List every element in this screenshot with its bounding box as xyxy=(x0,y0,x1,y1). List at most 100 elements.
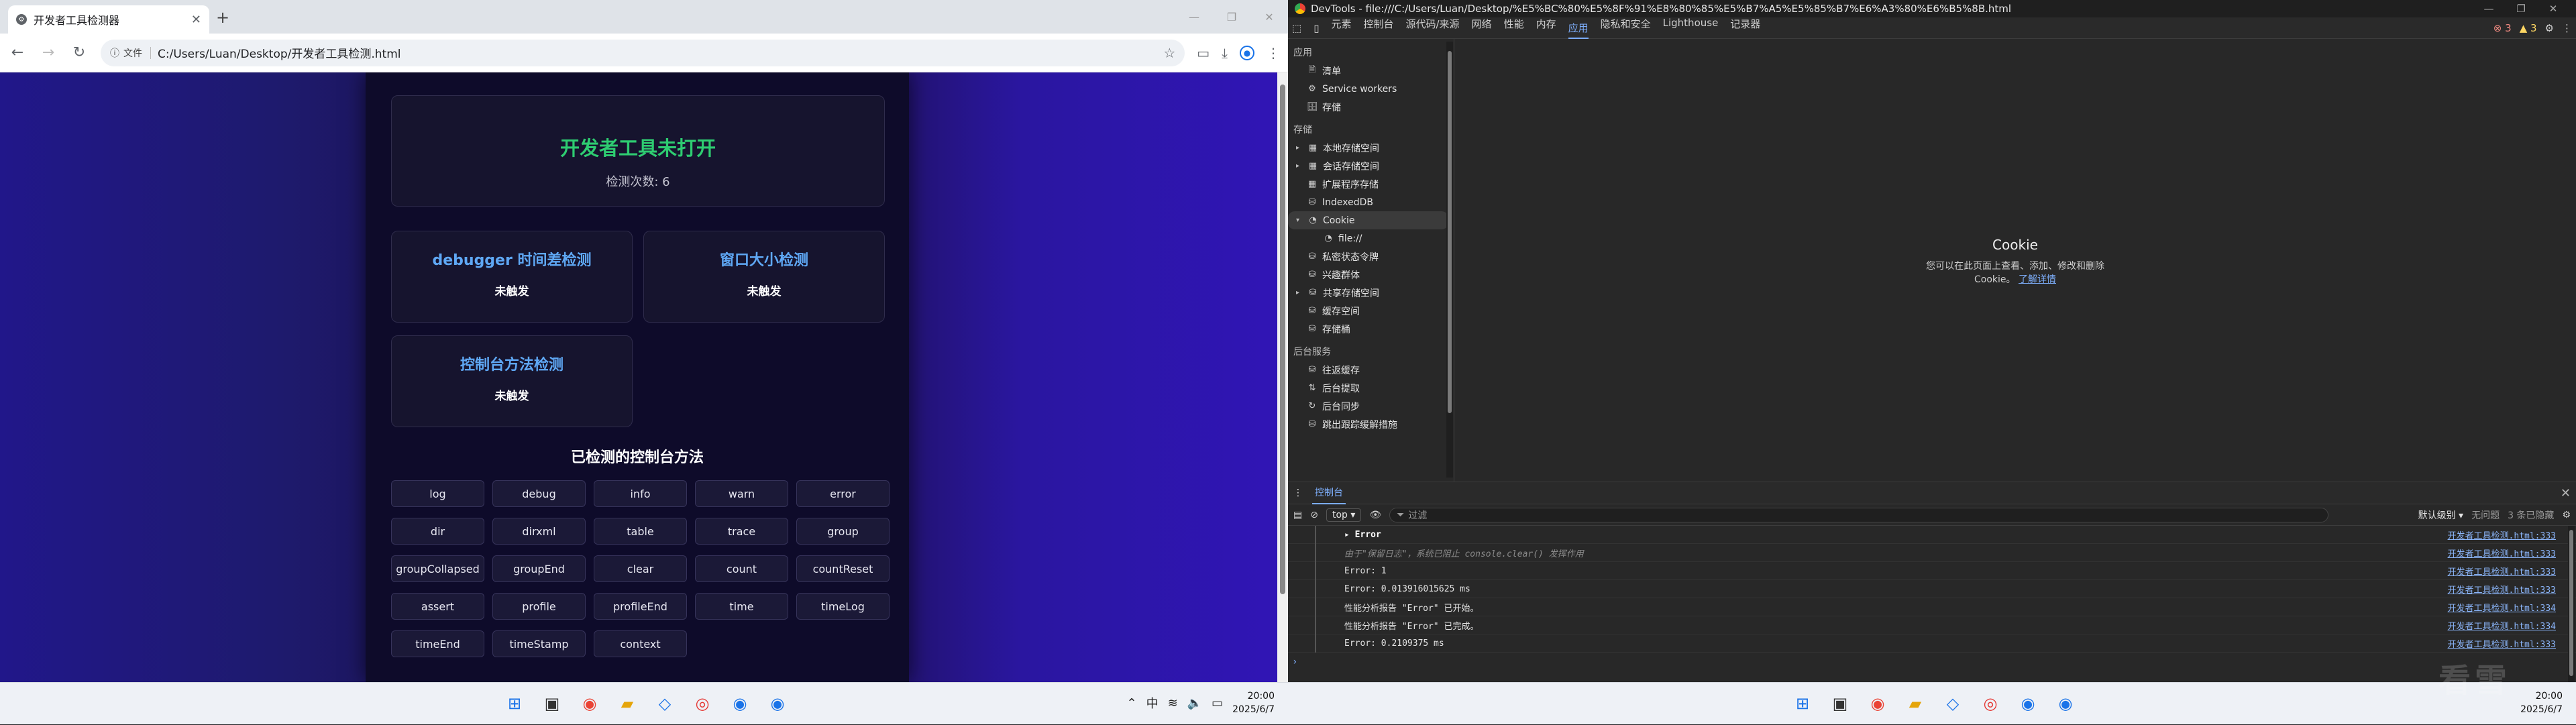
console-row[interactable]: ▸ Error 开发者工具检测.html:333 xyxy=(1288,526,2576,544)
file-explorer-icon[interactable]: ▰ xyxy=(1901,689,1929,718)
method-button[interactable]: group xyxy=(796,518,890,545)
method-button[interactable]: info xyxy=(594,480,687,507)
volume-icon[interactable]: 🔈 xyxy=(1187,696,1202,710)
devtools-tab[interactable]: 控制台 xyxy=(1363,17,1393,39)
address-bar[interactable]: ⓘ 文件 C:/Users/Luan/Desktop/开发者工具检测.html … xyxy=(101,39,1185,66)
sidebar-item[interactable]: ⚙ Service workers xyxy=(1288,80,1454,98)
chrome-dev-icon[interactable]: ◉ xyxy=(2051,689,2080,718)
devtools-tab[interactable]: 内存 xyxy=(1536,17,1556,39)
minimize-button[interactable]: — xyxy=(2473,3,2505,15)
drawer-menu-icon[interactable]: ⋮ xyxy=(1293,488,1303,498)
scrollbar-thumb[interactable] xyxy=(1448,51,1452,413)
site-info-chip[interactable]: ⓘ 文件 xyxy=(110,46,151,60)
source-link[interactable]: 开发者工具检测.html:333 xyxy=(2428,565,2556,577)
scrollbar-thumb[interactable] xyxy=(2569,530,2573,676)
inspect-element-icon[interactable]: ⬚ xyxy=(1292,22,1301,34)
device-toolbar-icon[interactable]: ▯ xyxy=(1313,22,1319,34)
page-scrollbar[interactable] xyxy=(1277,72,1288,682)
chrome-beta-icon[interactable]: ◉ xyxy=(2014,689,2042,718)
new-tab-button[interactable]: + xyxy=(216,8,229,27)
method-button[interactable]: dirxml xyxy=(492,518,586,545)
method-button[interactable]: timeStamp xyxy=(492,630,586,657)
source-link[interactable]: 开发者工具检测.html:334 xyxy=(2428,619,2556,632)
console-row[interactable]: 性能分析报告 "Error" 已开始。 开发者工具检测.html:334 xyxy=(1288,598,2576,616)
console-row[interactable]: Error: 1 开发者工具检测.html:333 xyxy=(1288,562,2576,580)
windows-start-icon[interactable]: ⊞ xyxy=(500,689,529,718)
devtools-tab[interactable]: 隐私和安全 xyxy=(1601,17,1651,39)
drawer-tab-console[interactable]: 控制台 xyxy=(1312,482,1346,504)
battery-icon[interactable]: ▭ xyxy=(1212,696,1223,710)
chrome-beta-icon[interactable]: ◉ xyxy=(726,689,754,718)
method-button[interactable]: log xyxy=(391,480,484,507)
tray-overflow-icon[interactable]: ⌃ xyxy=(1126,696,1136,710)
source-link[interactable]: 开发者工具检测.html:333 xyxy=(2428,528,2556,541)
devtools-tab[interactable]: Lighthouse xyxy=(1663,17,1719,39)
menu-dots-icon[interactable]: ⋮ xyxy=(1267,45,1280,61)
learn-more-link[interactable]: 了解详情 xyxy=(2019,274,2056,285)
chrome-icon[interactable]: ◉ xyxy=(576,689,604,718)
forward-arrow-icon[interactable]: → xyxy=(39,44,58,61)
close-window-button[interactable]: ✕ xyxy=(1250,0,1288,34)
method-button[interactable]: assert xyxy=(391,593,484,620)
sidebar-item[interactable]: ▦ 扩展程序存储 xyxy=(1288,175,1454,193)
clock[interactable]: 20:00 2025/6/7 xyxy=(2520,689,2563,716)
context-selector[interactable]: top ▾ xyxy=(1326,508,1362,522)
expand-arrow-icon[interactable]: ▸ xyxy=(1296,289,1303,296)
sidebar-scrollbar[interactable] xyxy=(1446,42,1453,478)
warning-count-badge[interactable]: ▲ 3 xyxy=(2520,22,2537,34)
clock[interactable]: 20:00 2025/6/7 xyxy=(1232,689,1275,716)
more-options-icon[interactable]: ⋮ xyxy=(2562,22,2572,34)
method-button[interactable]: groupCollapsed xyxy=(391,555,484,582)
bookmark-star-icon[interactable]: ☆ xyxy=(1163,45,1175,61)
filter-input[interactable]: ⏷ 过滤 xyxy=(1389,507,2329,522)
back-arrow-icon[interactable]: ← xyxy=(8,44,27,61)
method-button[interactable]: timeLog xyxy=(796,593,890,620)
sidebar-item[interactable]: ▸ ▦ 本地存储空间 xyxy=(1288,139,1454,157)
method-button[interactable]: debug xyxy=(492,480,586,507)
sidebar-item[interactable]: ⛁ IndexedDB xyxy=(1288,193,1454,211)
console-row[interactable]: 由于"保留日志"，系统已阻止 console.clear() 发挥作用 开发者工具… xyxy=(1288,544,2576,562)
sidebar-item[interactable]: ▸ ⛁ 共享存储空间 xyxy=(1288,284,1454,302)
sidebar-item[interactable]: ⛁ 跳出跟踪缓解措施 xyxy=(1288,415,1454,431)
vscode-icon[interactable]: ◇ xyxy=(651,689,679,718)
method-button[interactable]: table xyxy=(594,518,687,545)
live-expression-eye-icon[interactable]: 👁 xyxy=(1369,510,1381,520)
method-button[interactable]: profileEnd xyxy=(594,593,687,620)
method-button[interactable]: time xyxy=(695,593,788,620)
method-button[interactable]: dir xyxy=(391,518,484,545)
wifi-icon[interactable]: ≋ xyxy=(1168,696,1178,710)
scrollbar-thumb[interactable] xyxy=(1280,85,1285,594)
expand-arrow-icon[interactable]: ▾ xyxy=(1296,217,1303,224)
devtools-tab[interactable]: 网络 xyxy=(1472,17,1492,39)
ime-indicator[interactable]: 中 xyxy=(1146,694,1159,712)
downloads-icon[interactable]: ⤓ xyxy=(1222,45,1228,61)
netease-music-icon[interactable]: ◎ xyxy=(1976,689,2004,718)
vscode-icon[interactable]: ◇ xyxy=(1939,689,1967,718)
file-explorer-icon[interactable]: ▰ xyxy=(613,689,641,718)
expand-arrow-icon[interactable]: ▸ xyxy=(1296,162,1303,170)
sidebar-item[interactable]: ⛁ 私密状态令牌 xyxy=(1288,247,1454,266)
method-button[interactable]: timeEnd xyxy=(391,630,484,657)
settings-gear-icon[interactable]: ⚙ xyxy=(2545,22,2554,34)
method-button[interactable]: trace xyxy=(695,518,788,545)
source-link[interactable]: 开发者工具检测.html:334 xyxy=(2428,601,2556,614)
source-link[interactable]: 开发者工具检测.html:333 xyxy=(2428,583,2556,596)
cast-icon[interactable]: ▭ xyxy=(1197,45,1210,61)
sidebar-item[interactable]: ▸ ▦ 会话存储空间 xyxy=(1288,157,1454,175)
console-row[interactable]: Error: 0.013916015625 ms 开发者工具检测.html:333 xyxy=(1288,580,2576,598)
sidebar-item[interactable]: ▾ ◔ Cookie xyxy=(1288,211,1448,229)
log-levels-dropdown[interactable]: 默认级别 ▾ xyxy=(2418,508,2463,522)
devtools-tab[interactable]: 应用 xyxy=(1568,17,1589,39)
sidebar-item[interactable]: ⇅ 后台提取 xyxy=(1288,379,1454,397)
close-window-button[interactable]: ✕ xyxy=(2537,3,2569,15)
close-drawer-icon[interactable]: ✕ xyxy=(2561,486,2571,500)
source-link[interactable]: 开发者工具检测.html:333 xyxy=(2428,637,2556,650)
sidebar-item[interactable]: ⛁ 兴趣群体 xyxy=(1288,266,1454,284)
minimize-button[interactable]: — xyxy=(1175,0,1213,34)
console-settings-icon[interactable]: ⚙ xyxy=(2562,510,2571,520)
devtools-tab[interactable]: 元素 xyxy=(1331,17,1351,39)
clear-console-icon[interactable]: ⊘ xyxy=(1310,510,1318,520)
devtools-tab[interactable]: 源代码/来源 xyxy=(1405,17,1459,39)
console-row[interactable]: Error: 0.2109375 ms 开发者工具检测.html:333 xyxy=(1288,634,2576,653)
method-button[interactable]: countReset xyxy=(796,555,890,582)
